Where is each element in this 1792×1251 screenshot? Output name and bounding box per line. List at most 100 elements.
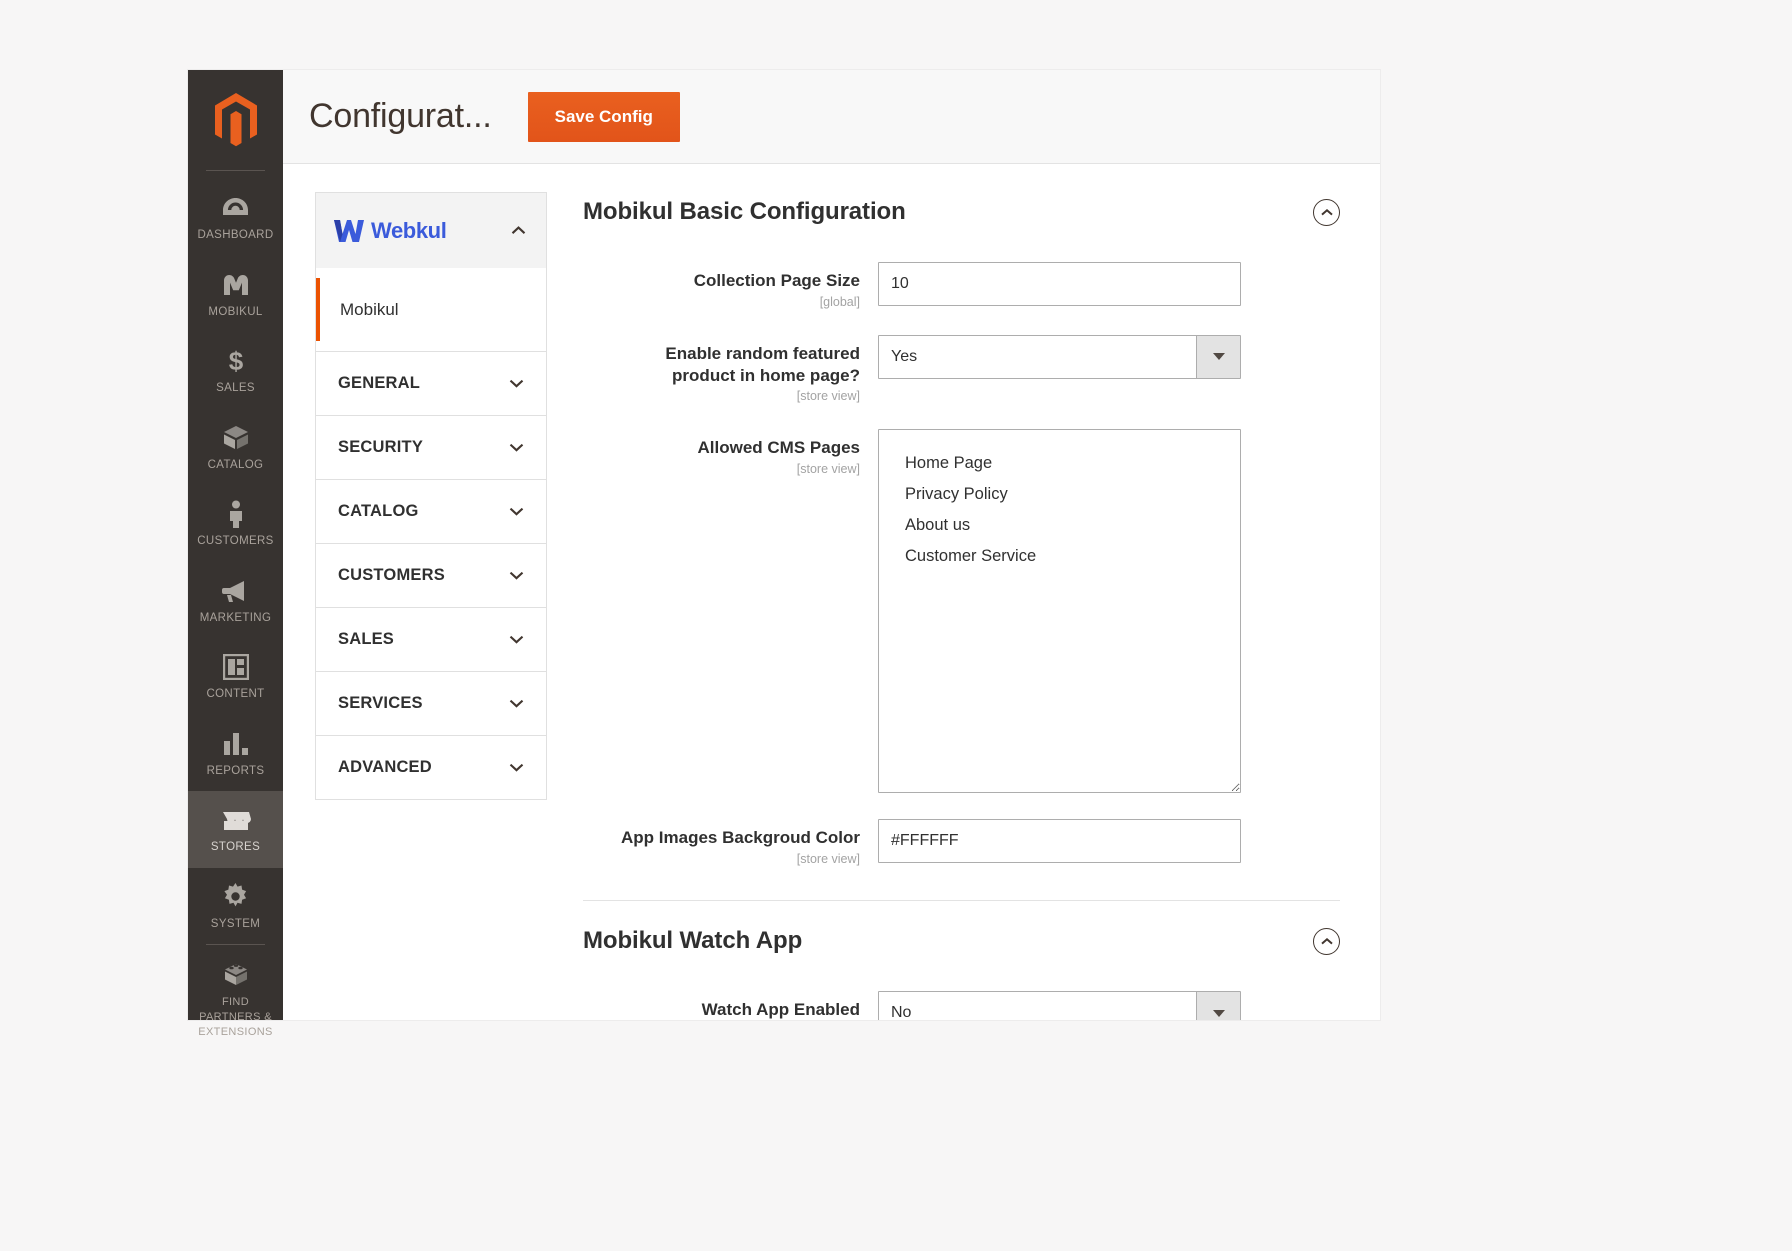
sidebar-item-label: SYSTEM [210, 917, 261, 930]
field-watch-app-enabled: Watch App Enabled [global] No [583, 991, 1340, 1020]
field-scope: [store view] [796, 852, 860, 866]
sidebar-item-stores[interactable]: STORES [188, 791, 283, 868]
sidebar-item-label: MARKETING [199, 611, 272, 624]
config-nav-section-label: CATALOG [338, 502, 419, 520]
field-label-line2: product in home page? [672, 365, 860, 385]
config-nav-section-general[interactable]: GENERAL [315, 352, 547, 416]
config-nav-section-label: CUSTOMERS [338, 566, 445, 584]
config-main: Mobikul Basic Configuration Collection P… [561, 164, 1380, 1020]
sidebar-item-marketing[interactable]: MARKETING [188, 562, 283, 639]
sidebar-item-label: STORES [210, 841, 261, 854]
chevron-down-icon[interactable] [509, 763, 524, 772]
chevron-up-icon[interactable] [511, 226, 526, 235]
field-label-col: Enable random featured product in home p… [583, 335, 878, 404]
field-scope: [global] [819, 294, 860, 309]
chevron-down-icon[interactable] [509, 443, 524, 452]
config-nav-vendor-webkul[interactable]: Webkul [315, 192, 547, 268]
chevron-down-icon[interactable] [509, 635, 524, 644]
field-collection-page-size: Collection Page Size [global] [583, 262, 1340, 309]
field-random-featured-product: Enable random featured product in home p… [583, 334, 1340, 404]
field-label: Watch App Enabled [701, 1000, 860, 1019]
config-nav-section-label: SALES [338, 630, 395, 648]
multiselect-option[interactable]: Home Page [879, 448, 1240, 479]
magento-logo[interactable] [188, 70, 283, 170]
field-label: App Images Backgroud Color [621, 828, 860, 848]
field-label-col: Watch App Enabled [global] [583, 991, 878, 1020]
field-label-col: Collection Page Size [global] [583, 262, 878, 309]
select-arrow-button[interactable] [1196, 335, 1240, 378]
field-app-images-background-color: App Images Backgroud Color [store view] [583, 819, 1340, 866]
config-nav-section-security[interactable]: SECURITY [315, 416, 547, 480]
admin-window: DASHBOARD MOBIKUL $ SALES CATALOG CUSTOM… [188, 70, 1380, 1038]
sidebar-item-sales[interactable]: $ SALES [188, 332, 283, 409]
chevron-up-icon [1320, 208, 1333, 215]
layout-icon [190, 652, 281, 682]
magento-logo-icon [214, 93, 257, 147]
multiselect-option[interactable]: About us [879, 510, 1240, 541]
field-control-col: No [878, 991, 1340, 1020]
random-featured-select[interactable]: Yes [878, 334, 1241, 379]
svg-text:$: $ [228, 347, 243, 375]
admin-sidebar: DASHBOARD MOBIKUL $ SALES CATALOG CUSTOM… [188, 70, 283, 1038]
sidebar-item-dashboard[interactable]: DASHBOARD [188, 179, 283, 256]
app-images-background-color-input[interactable] [878, 819, 1241, 864]
caret-down-icon [1212, 353, 1225, 361]
select-arrow-button[interactable] [1196, 992, 1240, 1020]
collection-page-size-input[interactable] [878, 262, 1241, 306]
content-region: Configurat... Save Config Webkul Mobikul… [283, 70, 1380, 1020]
field-allowed-cms-pages: Allowed CMS Pages [store view] Home Page… [583, 429, 1340, 794]
sidebar-item-label: SALES [216, 382, 255, 395]
chevron-down-icon[interactable] [509, 699, 524, 708]
sidebar-item-catalog[interactable]: CATALOG [188, 409, 283, 486]
sidebar-divider [206, 170, 265, 171]
collapse-toggle-watch-app[interactable] [1313, 927, 1340, 955]
section-title: Mobikul Watch App [583, 927, 803, 954]
person-icon [190, 499, 281, 529]
section-header-watch-app[interactable]: Mobikul Watch App [583, 901, 1340, 965]
section-header-basic-config[interactable]: Mobikul Basic Configuration [583, 186, 1340, 236]
save-config-button[interactable]: Save Config [527, 91, 680, 142]
sidebar-item-content[interactable]: CONTENT [188, 638, 283, 715]
sidebar-item-customers[interactable]: CUSTOMERS [188, 485, 283, 562]
chevron-down-icon[interactable] [509, 571, 524, 580]
multiselect-option[interactable]: Customer Service [879, 541, 1240, 572]
mobikul-icon [190, 270, 281, 300]
multiselect-option[interactable]: Privacy Policy [879, 479, 1240, 510]
config-nav-section-label: SERVICES [338, 694, 423, 712]
config-nav-section-services[interactable]: SERVICES [315, 672, 547, 736]
config-nav-section-label: SECURITY [338, 438, 424, 456]
section-title: Mobikul Basic Configuration [583, 198, 906, 225]
config-nav-section-advanced[interactable]: ADVANCED [315, 736, 547, 800]
config-nav-item-mobikul[interactable]: Mobikul [315, 268, 547, 352]
config-nav-section-label: ADVANCED [338, 758, 432, 776]
config-nav-section-catalog[interactable]: CATALOG [315, 480, 547, 544]
sidebar-item-mobikul[interactable]: MOBIKUL [188, 256, 283, 333]
sidebar-item-system[interactable]: SYSTEM [188, 868, 283, 945]
chevron-down-icon[interactable] [509, 379, 524, 388]
webkul-mark-icon [334, 219, 364, 242]
field-label-col: App Images Backgroud Color [store view] [583, 819, 878, 866]
page-header: Configurat... Save Config [283, 70, 1380, 164]
extension-icon [190, 960, 281, 990]
sidebar-item-label: CUSTOMERS [197, 535, 274, 548]
sidebar-item-label: REPORTS [206, 764, 265, 777]
field-scope: [store view] [796, 389, 860, 404]
config-nav-section-sales[interactable]: SALES [315, 608, 547, 672]
sidebar-item-label: FIND PARTNERS & EXTENSIONS [198, 996, 273, 1038]
sidebar-item-reports[interactable]: REPORTS [188, 715, 283, 792]
field-label-col: Allowed CMS Pages [store view] [583, 429, 878, 476]
gear-icon [190, 882, 281, 912]
watch-app-enabled-select[interactable]: No [878, 991, 1241, 1020]
config-nav-item-label: Mobikul [340, 299, 399, 319]
collapse-toggle-basic-config[interactable] [1313, 198, 1340, 226]
field-label: Allowed CMS Pages [697, 438, 860, 458]
select-value: Yes [891, 347, 918, 365]
chevron-down-icon[interactable] [509, 507, 524, 516]
config-nav-section-label: GENERAL [338, 374, 421, 392]
field-control-col [878, 262, 1340, 306]
field-control-col [878, 819, 1340, 864]
sidebar-item-find-partners-and-extensions[interactable]: FIND PARTNERS & EXTENSIONS [188, 944, 283, 1052]
config-nav: Webkul Mobikul GENERAL SECURITY CATALOG … [283, 164, 561, 1020]
config-nav-section-customers[interactable]: CUSTOMERS [315, 544, 547, 608]
allowed-cms-pages-multiselect[interactable]: Home Page Privacy Policy About us Custom… [878, 429, 1241, 794]
